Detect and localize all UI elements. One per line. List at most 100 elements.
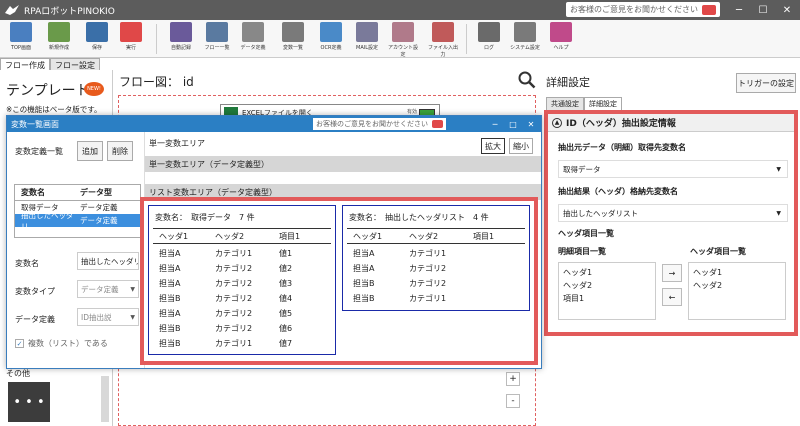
toolbar-button[interactable]: ファイル入出力 bbox=[426, 22, 460, 58]
dialog-maximize-button[interactable]: □ bbox=[505, 116, 521, 132]
variable-type-select[interactable]: データ定義 ▼ bbox=[77, 280, 139, 298]
variable-box-title: 変数名： 抽出したヘッダリスト 4 件 bbox=[349, 212, 489, 223]
left-tabs: フロー作成 フロー設定 bbox=[0, 58, 100, 70]
table-row: 担当A カテゴリ2 値5 bbox=[153, 306, 323, 321]
toolbar-button[interactable]: フロー一覧 bbox=[200, 22, 234, 51]
maximize-button[interactable]: ☐ bbox=[752, 0, 774, 20]
toolbar-icon bbox=[356, 22, 378, 42]
collapse-caret-icon: ▲ bbox=[552, 117, 562, 128]
variable-box-header-row: ヘッダ1 ヘッダ2 項目1 bbox=[153, 228, 331, 244]
dialog-minimize-button[interactable]: ─ bbox=[487, 116, 503, 132]
flow-zoom-out-button[interactable]: - bbox=[506, 394, 520, 408]
toolbar-button[interactable]: アカウント設定 bbox=[386, 22, 420, 58]
table-row-selected[interactable]: 抽出したヘッダリ データ定義 bbox=[15, 211, 140, 231]
toolbar-button[interactable]: 自動記録 bbox=[164, 22, 198, 51]
list-item[interactable]: ヘッダ1 bbox=[693, 266, 781, 279]
toolbar-button[interactable]: TOP画面 bbox=[4, 22, 38, 51]
delete-variable-button[interactable]: 削除 bbox=[107, 141, 133, 161]
table-cell: カテゴリ2 bbox=[215, 309, 253, 318]
table-cell: 担当B bbox=[159, 339, 181, 348]
source-variable-label: 抽出元データ（明細）取得先変数名 bbox=[558, 143, 686, 152]
search-icon[interactable] bbox=[518, 71, 536, 89]
variable-box-count: 4 件 bbox=[473, 213, 489, 222]
app-title: RPAロボットPINOKIO bbox=[24, 6, 115, 17]
table-row: 担当A カテゴリ1 bbox=[347, 246, 517, 261]
toolbar-icon bbox=[432, 22, 454, 42]
chevron-down-icon: ▼ bbox=[776, 209, 781, 217]
table-row: 担当B カテゴリ2 値6 bbox=[153, 321, 323, 336]
list-item[interactable]: ヘッダ1 bbox=[563, 266, 651, 279]
list-item[interactable]: ヘッダ2 bbox=[693, 279, 781, 292]
flow-title: フロー図： id bbox=[119, 75, 194, 89]
multiple-list-checkbox[interactable]: ✓ 複数（リスト）である bbox=[15, 338, 108, 349]
toolbar-button[interactable]: 新規作成 bbox=[42, 22, 76, 51]
tab-flow-create[interactable]: フロー作成 bbox=[0, 58, 50, 70]
column-header: データ型 bbox=[80, 188, 113, 197]
chevron-down-icon: ▼ bbox=[776, 165, 781, 173]
tab-flow-settings[interactable]: フロー設定 bbox=[50, 58, 100, 70]
trigger-settings-button[interactable]: トリガーの設定 bbox=[736, 73, 796, 93]
dest-variable-select[interactable]: 抽出したヘッダリスト ▼ bbox=[558, 204, 788, 222]
header-item-list[interactable]: ヘッダ1 ヘッダ2 bbox=[688, 262, 786, 320]
table-cell: カテゴリ2 bbox=[215, 279, 253, 288]
detail-item-list[interactable]: ヘッダ1 ヘッダ2 項目1 bbox=[558, 262, 656, 320]
toolbar-button-label: アカウント設定 bbox=[387, 45, 418, 58]
toolbar-button-label: システム設定 bbox=[510, 45, 540, 51]
toolbar-icon bbox=[10, 22, 32, 42]
table-cell: 値1 bbox=[279, 249, 293, 258]
checkmark-icon: ✓ bbox=[15, 339, 24, 348]
tab-detail-settings[interactable]: 詳細設定 bbox=[584, 97, 622, 110]
dialog-feedback-link[interactable]: お客様のご意見をお聞かせください bbox=[313, 118, 446, 130]
table-cell: 値5 bbox=[279, 309, 293, 318]
chevron-down-icon: ▼ bbox=[130, 313, 135, 321]
zoom-out-button[interactable]: 縮小 bbox=[509, 138, 533, 154]
variable-list-label: 変数定義一覧 bbox=[15, 147, 63, 156]
toolbar-button[interactable]: 保存 bbox=[80, 22, 114, 51]
source-variable-select[interactable]: 取得データ ▼ bbox=[558, 160, 788, 178]
toolbar-button[interactable]: ヘルプ bbox=[544, 22, 578, 51]
detail-settings-title: 詳細設定 bbox=[546, 76, 590, 89]
table-cell: 担当A bbox=[159, 249, 181, 258]
column-header: 項目1 bbox=[279, 231, 301, 241]
toolbar-button[interactable]: データ定義 bbox=[236, 22, 270, 51]
column-header: 項目1 bbox=[473, 231, 495, 241]
detail-tabs: 共通設定 詳細設定 bbox=[546, 97, 622, 110]
toolbar-button[interactable]: システム設定 bbox=[508, 22, 542, 51]
data-definition-select[interactable]: ID抽出説 ▼ bbox=[77, 308, 139, 326]
add-variable-button[interactable]: 追加 bbox=[77, 141, 103, 161]
toolbar-button[interactable]: 実行 bbox=[114, 22, 148, 51]
close-button[interactable]: ✕ bbox=[776, 0, 798, 20]
column-header: ヘッダ1 bbox=[353, 231, 383, 241]
move-right-button[interactable]: → bbox=[662, 264, 682, 282]
beta-note: ※この機能はベータ版です。 bbox=[6, 105, 102, 114]
toolbar-button[interactable]: MAIL設定 bbox=[350, 22, 384, 51]
list-item[interactable]: 項目1 bbox=[563, 292, 651, 305]
variable-box-title: 変数名： 取得データ 7 件 bbox=[155, 212, 255, 223]
toolbar-button[interactable]: OCR定義 bbox=[314, 22, 348, 51]
variable-definition-panel: 変数定義一覧 追加 削除 変数名 データ型 取得データ データ定義 抽出したヘッ… bbox=[7, 132, 145, 368]
variable-box-result[interactable]: 変数名： 抽出したヘッダリスト 4 件ヘッダ1 ヘッダ2 項目1 担当A カテゴリ1 担当A カ… bbox=[342, 205, 530, 311]
variable-box-count: 7 件 bbox=[239, 213, 255, 222]
minimize-button[interactable]: ─ bbox=[728, 0, 750, 20]
other-template-tile[interactable]: • • • bbox=[8, 382, 50, 422]
feedback-link[interactable]: お客様のご意見をお聞かせください bbox=[566, 2, 720, 17]
zoom-in-button[interactable]: 拡大 bbox=[481, 138, 505, 154]
table-cell: カテゴリ1 bbox=[409, 294, 447, 303]
table-cell: 値3 bbox=[279, 279, 293, 288]
table-row: 担当A カテゴリ2 値3 bbox=[153, 276, 323, 291]
variable-name-input[interactable]: 抽出したヘッダリ bbox=[77, 252, 139, 270]
move-left-button[interactable]: ← bbox=[662, 288, 682, 306]
column-header: ヘッダ1 bbox=[159, 231, 189, 241]
dialog-close-button[interactable]: ✕ bbox=[523, 116, 539, 132]
section-header[interactable]: ▲ ID（ヘッダ）抽出設定情報 bbox=[548, 114, 794, 132]
list-item[interactable]: ヘッダ2 bbox=[563, 279, 651, 292]
flow-zoom-in-button[interactable]: + bbox=[506, 372, 520, 386]
tab-common-settings[interactable]: 共通設定 bbox=[546, 97, 584, 110]
header-list-label: ヘッダ項目一覧 bbox=[690, 247, 746, 256]
variable-box-source[interactable]: 変数名： 取得データ 7 件ヘッダ1 ヘッダ2 項目1 担当A カテゴリ1 値1 担当A カテゴリ… bbox=[148, 205, 336, 355]
toolbar-icon bbox=[120, 22, 142, 42]
left-scrollbar[interactable] bbox=[101, 376, 109, 422]
toolbar-button[interactable]: 変数一覧 bbox=[276, 22, 310, 51]
toolbar-button[interactable]: ログ bbox=[472, 22, 506, 51]
list-variable-highlight-frame: 変数名： 取得データ 7 件ヘッダ1 ヘッダ2 項目1 担当A カテゴリ1 値1 担当A カテゴリ… bbox=[140, 197, 538, 365]
